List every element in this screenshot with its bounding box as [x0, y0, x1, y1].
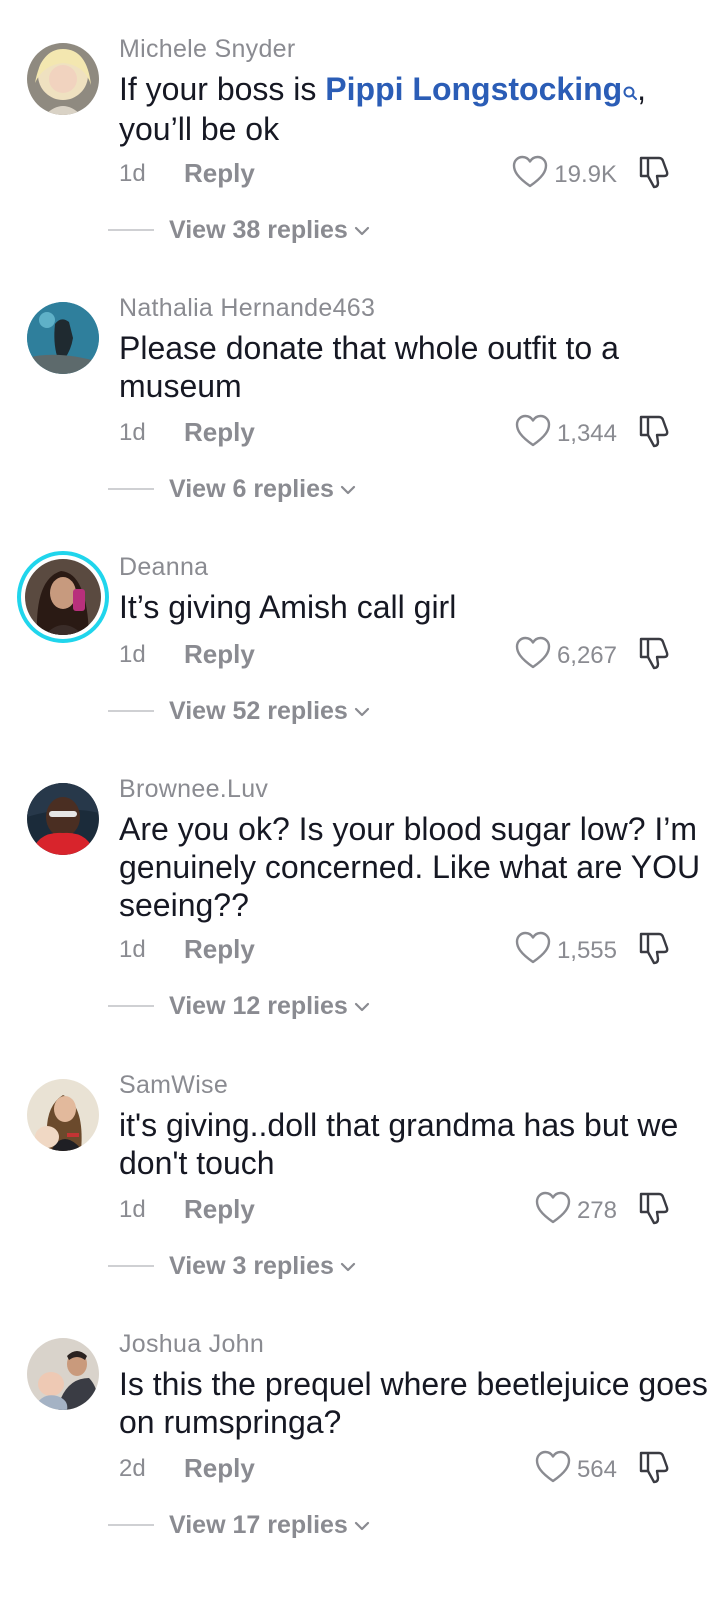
view-replies-label[interactable]: View 3 replies — [169, 1252, 334, 1281]
comment-text: If your boss is Pippi Longstocking, you’… — [119, 70, 709, 148]
comment-text: Is this the prequel where beetlejuice go… — [119, 1366, 708, 1440]
chevron-down-icon[interactable] — [354, 223, 370, 241]
comment-meta: 1d Reply 6,267 — [119, 636, 709, 675]
avatar[interactable] — [27, 783, 99, 855]
comment-username[interactable]: SamWise — [119, 1071, 228, 1100]
reply-button[interactable]: Reply — [184, 639, 255, 670]
reply-button[interactable]: Reply — [184, 934, 255, 965]
like-count: 1,555 — [556, 936, 617, 964]
like-button[interactable]: 278 — [535, 1191, 617, 1230]
thumbs-down-icon[interactable] — [637, 413, 671, 454]
view-replies-button[interactable]: View 12 replies — [108, 989, 370, 1023]
heart-outline-icon[interactable] — [512, 155, 548, 194]
view-replies-label[interactable]: View 12 replies — [169, 992, 348, 1021]
search-link[interactable]: Pippi Longstocking — [325, 71, 638, 110]
reply-button[interactable]: Reply — [184, 417, 255, 448]
comment-date: 1d — [119, 1196, 146, 1223]
comment-meta: 1d Reply 1,555 — [119, 931, 709, 970]
view-replies-label[interactable]: View 6 replies — [169, 475, 334, 504]
thumbs-down-icon[interactable] — [637, 635, 671, 676]
view-replies-button[interactable]: View 3 replies — [108, 1249, 356, 1283]
view-replies-label[interactable]: View 17 replies — [169, 1511, 348, 1540]
comment-text-segment: If your boss is — [119, 71, 326, 107]
chevron-down-icon[interactable] — [354, 1518, 370, 1536]
like-button[interactable]: 19.9K — [512, 155, 617, 194]
comment-text: Please donate that whole outfit to a mus… — [119, 330, 619, 404]
comment-meta: 2d Reply 564 — [119, 1450, 709, 1489]
reply-button[interactable]: Reply — [184, 1194, 255, 1225]
like-button[interactable]: 564 — [535, 1450, 617, 1489]
view-replies-button[interactable]: View 17 replies — [108, 1508, 370, 1542]
comment-username[interactable]: Deanna — [119, 553, 208, 582]
comment-date: 2d — [119, 1455, 146, 1482]
like-count: 19.9K — [554, 160, 617, 188]
comment-username[interactable]: Nathalia Hernande463 — [119, 294, 375, 323]
avatar[interactable] — [27, 1338, 99, 1410]
divider — [108, 1005, 154, 1007]
comment-item: SamWise it's giving..doll that grandma h… — [0, 1071, 718, 1347]
heart-outline-icon[interactable] — [515, 414, 551, 453]
comment-date: 1d — [119, 160, 146, 187]
view-replies-label[interactable]: View 52 replies — [169, 697, 348, 726]
comment-text: It’s giving Amish call girl — [119, 589, 457, 625]
reply-button[interactable]: Reply — [184, 158, 255, 189]
comment-date: 1d — [119, 641, 146, 668]
divider — [108, 1524, 154, 1526]
chevron-down-icon[interactable] — [354, 704, 370, 722]
comment-text: Are you ok? Is your blood sugar low? I’m… — [119, 811, 701, 923]
avatar[interactable] — [17, 551, 109, 643]
like-count: 564 — [576, 1455, 617, 1483]
avatar[interactable] — [27, 43, 99, 115]
like-button[interactable]: 6,267 — [515, 636, 617, 675]
like-button[interactable]: 1,555 — [515, 931, 617, 970]
view-replies-button[interactable]: View 6 replies — [108, 472, 356, 506]
comment-username[interactable]: Michele Snyder — [119, 35, 296, 64]
comment-item: Brownee.Luv Are you ok? Is your blood su… — [0, 775, 718, 1051]
avatar-image — [25, 559, 101, 635]
heart-outline-icon[interactable] — [535, 1450, 571, 1489]
like-button[interactable]: 1,344 — [515, 414, 617, 453]
like-count: 1,344 — [556, 419, 617, 447]
avatar[interactable] — [27, 1079, 99, 1151]
thumbs-down-icon[interactable] — [637, 154, 671, 195]
comment-item: Michele Snyder If your boss is Pippi Lon… — [0, 35, 718, 311]
comment-meta: 1d Reply 1,344 — [119, 414, 709, 453]
avatar[interactable] — [27, 302, 99, 374]
comment-meta: 1d Reply 278 — [119, 1191, 709, 1230]
search-icon[interactable] — [623, 72, 638, 110]
comment-username[interactable]: Joshua John — [119, 1330, 264, 1359]
thumbs-down-icon[interactable] — [637, 1190, 671, 1231]
comment-item: Nathalia Hernande463 Please donate that … — [0, 294, 718, 570]
divider — [108, 488, 154, 490]
chevron-down-icon[interactable] — [340, 482, 356, 500]
view-replies-label[interactable]: View 38 replies — [169, 216, 348, 245]
reply-button[interactable]: Reply — [184, 1453, 255, 1484]
chevron-down-icon[interactable] — [354, 999, 370, 1017]
comment-username[interactable]: Brownee.Luv — [119, 775, 268, 804]
view-replies-button[interactable]: View 38 replies — [108, 213, 370, 247]
comment-date: 1d — [119, 419, 146, 446]
chevron-down-icon[interactable] — [340, 1259, 356, 1277]
divider — [108, 710, 154, 712]
comment-meta: 1d Reply 19.9K — [119, 155, 709, 194]
view-replies-button[interactable]: View 52 replies — [108, 694, 370, 728]
thumbs-down-icon[interactable] — [637, 1449, 671, 1490]
like-count: 278 — [576, 1196, 617, 1224]
heart-outline-icon[interactable] — [515, 931, 551, 970]
divider — [108, 229, 154, 231]
divider — [108, 1265, 154, 1267]
comment-item: Joshua John Is this the prequel where be… — [0, 1330, 718, 1606]
comment-date: 1d — [119, 936, 146, 963]
search-link-label[interactable]: Pippi Longstocking — [325, 71, 622, 107]
thumbs-down-icon[interactable] — [637, 930, 671, 971]
comment-text: it's giving..doll that grandma has but w… — [119, 1107, 679, 1181]
heart-outline-icon[interactable] — [535, 1191, 571, 1230]
heart-outline-icon[interactable] — [515, 636, 551, 675]
like-count: 6,267 — [556, 641, 617, 669]
